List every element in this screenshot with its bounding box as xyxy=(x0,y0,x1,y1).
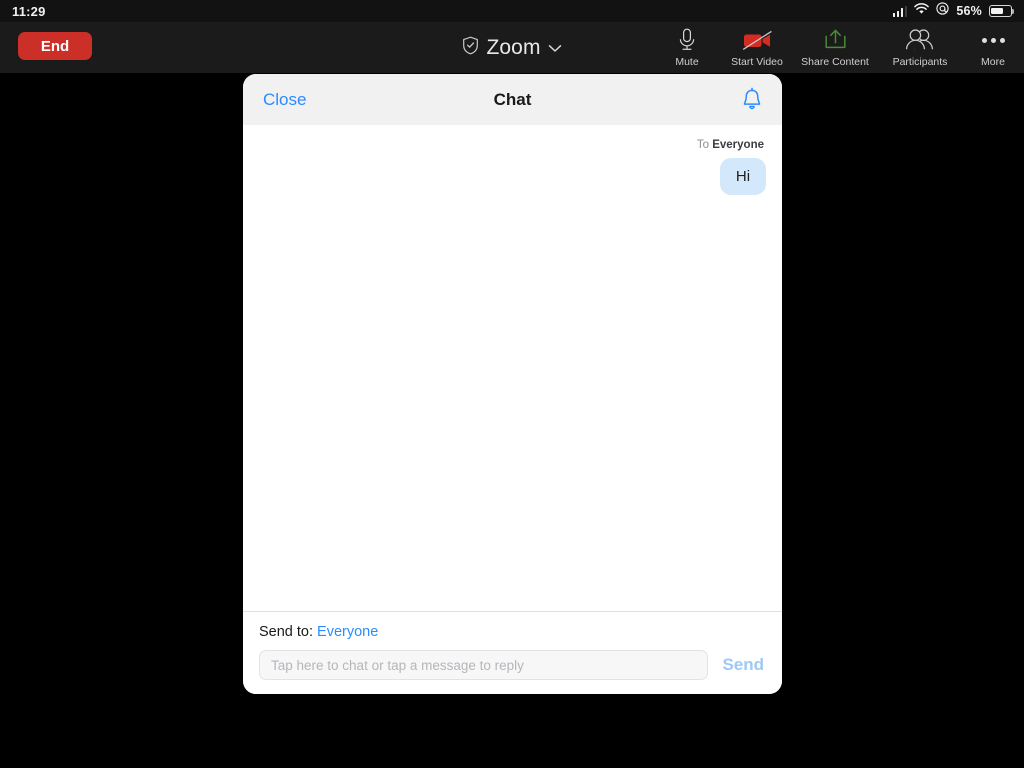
more-label: More xyxy=(981,56,1005,68)
status-bar: 11:29 56% xyxy=(0,0,1024,22)
wifi-icon xyxy=(914,2,930,20)
send-to-row: Send to: Everyone xyxy=(259,624,766,640)
cellular-signal-icon xyxy=(892,5,908,17)
status-time: 11:29 xyxy=(12,3,46,19)
orientation-lock-icon xyxy=(936,2,950,20)
shield-check-icon xyxy=(462,36,479,60)
chat-close-button[interactable]: Close xyxy=(263,90,306,110)
chat-panel-header: Close Chat xyxy=(243,74,782,125)
meeting-title-label: Zoom xyxy=(486,35,541,59)
share-content-button[interactable]: Share Content xyxy=(792,22,878,73)
recipient-prefix: To xyxy=(696,139,713,151)
notification-bell-icon[interactable] xyxy=(740,87,764,117)
chat-input-row: Send xyxy=(259,650,766,680)
message-recipient-label: To Everyone xyxy=(697,139,764,151)
start-video-button[interactable]: Start Video xyxy=(722,22,792,73)
status-indicators: 56% xyxy=(892,2,1015,20)
chat-panel: Close Chat To Everyone Hi Send to: Every… xyxy=(243,74,782,694)
zoom-meeting-screen: 11:29 56% End Zoom Mute Start Video Shar… xyxy=(0,0,1024,768)
people-icon xyxy=(904,27,936,53)
meeting-controls: Mute Start Video Share Content Participa… xyxy=(652,22,1024,73)
chat-composer: Send to: Everyone Send xyxy=(243,611,782,694)
video-camera-off-icon xyxy=(739,27,775,53)
chat-input[interactable] xyxy=(259,650,709,680)
chat-message-list: To Everyone Hi xyxy=(243,125,782,611)
meeting-toolbar: End Zoom Mute Start Video Share Content … xyxy=(0,22,1024,73)
share-content-label: Share Content xyxy=(801,56,869,68)
more-options-button[interactable]: More xyxy=(962,22,1024,73)
chat-message-bubble[interactable]: Hi xyxy=(720,158,766,195)
chevron-down-icon xyxy=(548,40,562,58)
battery-percent-label: 56% xyxy=(956,4,982,18)
participants-label: Participants xyxy=(892,56,948,68)
start-video-label: Start Video xyxy=(731,56,783,68)
battery-icon xyxy=(989,5,1015,17)
mute-button[interactable]: Mute xyxy=(652,22,722,73)
mute-label: Mute xyxy=(675,56,699,68)
ellipsis-icon xyxy=(981,27,1005,53)
recipient-name: Everyone xyxy=(712,139,764,151)
share-upload-icon xyxy=(822,27,849,53)
chat-panel-title: Chat xyxy=(493,89,532,109)
send-to-target[interactable]: Everyone xyxy=(317,624,378,640)
send-button[interactable]: Send xyxy=(722,655,766,675)
participants-button[interactable]: Participants xyxy=(878,22,962,73)
send-to-label: Send to: xyxy=(259,624,314,640)
microphone-icon xyxy=(677,27,697,53)
